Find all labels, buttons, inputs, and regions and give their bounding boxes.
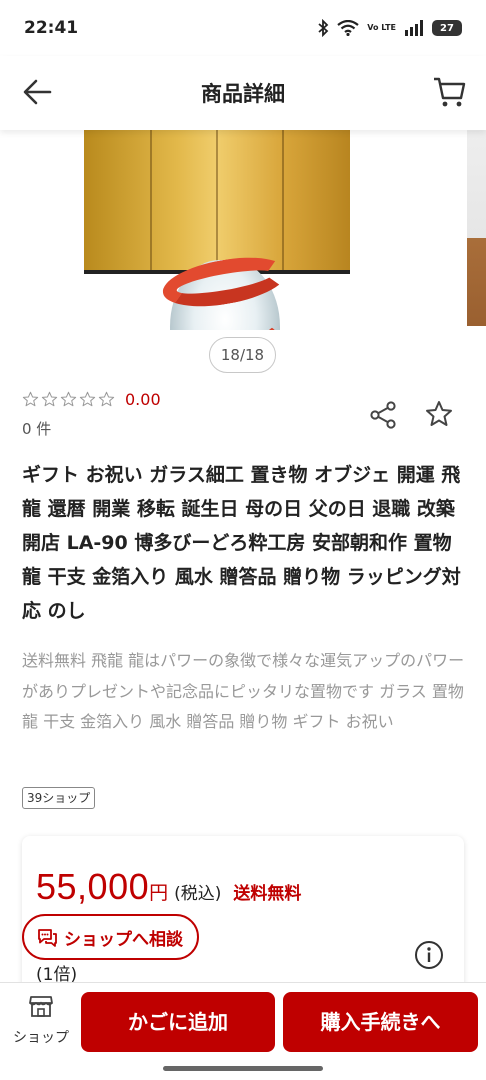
shop-icon: [29, 996, 53, 1017]
status-bar: 22:41 Vo LTE 27: [0, 0, 486, 56]
rating[interactable]: 0.00: [22, 390, 161, 409]
next-image-preview[interactable]: [467, 130, 486, 326]
bottom-action-bar: ショップ かごに追加 購入手続きへ: [0, 982, 486, 1080]
star-rating: [22, 391, 115, 408]
page-title: 商品詳細: [201, 82, 285, 106]
chat-icon: [38, 929, 57, 947]
rating-star-icon: [60, 391, 77, 407]
bluetooth-icon: [318, 19, 329, 37]
price-unit: 円: [149, 882, 169, 904]
add-to-cart-button[interactable]: かごに追加: [81, 992, 275, 1052]
signal-icon: [405, 20, 423, 36]
price-amount: 55,000: [36, 866, 150, 907]
volte-icon: Vo LTE: [367, 23, 396, 32]
shop-consult-label: ショップへ相談: [64, 929, 183, 950]
shop-button-label: ショップ: [13, 1030, 69, 1046]
rating-star-icon: [41, 391, 58, 407]
shop-consult-button[interactable]: ショップへ相談: [22, 914, 199, 960]
home-indicator[interactable]: [163, 1066, 323, 1071]
status-icons: Vo LTE 27: [317, 19, 462, 37]
wifi-icon: [337, 20, 359, 36]
shop-tag[interactable]: 39ショップ: [22, 787, 96, 809]
cart-icon[interactable]: [430, 72, 468, 110]
price-card: 55,000 円 (税込) 送料無料 ショップへ相談 (1倍): [22, 836, 464, 996]
image-counter: 18/18: [209, 337, 276, 373]
rating-star-icon: [79, 391, 96, 407]
tax-label: (税込): [174, 884, 222, 904]
product-image-gallery[interactable]: 飛 龍: [0, 130, 486, 330]
share-icon[interactable]: [368, 400, 398, 430]
product-description: 送料無料 飛龍 龍はパワーの象徴で様々な運気アップのパワーがありプレゼントや記念…: [22, 651, 465, 731]
review-count[interactable]: 0 件: [22, 418, 51, 439]
battery-icon: 27: [432, 20, 462, 36]
status-time: 22:41: [24, 18, 79, 38]
rating-star-icon: [22, 391, 39, 407]
price-row: 55,000 円 (税込) 送料無料: [36, 866, 301, 908]
product-title: ギフト お祝い ガラス細工 置き物 オブジェ 開運 飛龍 還暦 開業 移転 誕生…: [22, 464, 461, 622]
free-shipping-label: 送料無料: [233, 884, 302, 904]
rating-value: 0.00: [125, 390, 161, 409]
shop-button[interactable]: ショップ: [8, 993, 74, 1057]
rating-star-icon: [98, 391, 115, 407]
info-icon[interactable]: [414, 940, 444, 970]
app-header: 商品詳細: [0, 56, 486, 130]
product-image: [84, 130, 350, 270]
checkout-button[interactable]: 購入手続きへ: [283, 992, 478, 1052]
favorite-star-icon[interactable]: [424, 399, 454, 429]
back-arrow-icon[interactable]: [20, 74, 56, 110]
